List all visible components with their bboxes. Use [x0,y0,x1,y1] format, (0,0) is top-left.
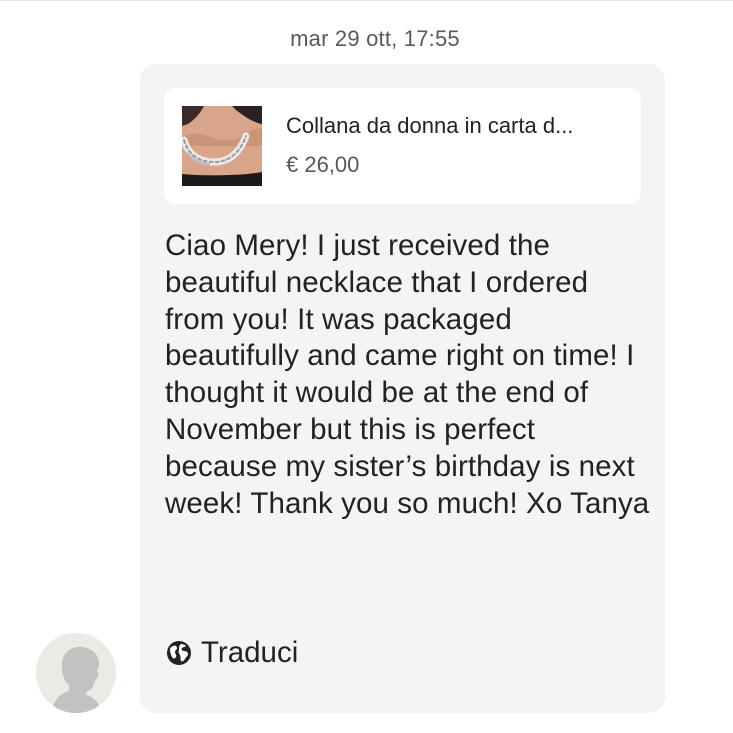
listing-price: € 26,00 [286,152,360,177]
message-timestamp: mar 29 ott, 17:55 [290,26,460,51]
translate-button[interactable]: Traduci [166,636,298,670]
user-silhouette-icon [36,633,116,713]
listing-preview-card[interactable]: Collana da donna in carta d... € 26,00 [164,88,641,204]
listing-thumbnail[interactable] [182,106,262,186]
listing-title[interactable]: Collana da donna in carta d... [286,113,626,139]
globe-icon [167,641,191,665]
top-divider [0,0,733,1]
necklace-photo-icon [182,106,262,186]
message-body: Ciao Mery! I just received the beautiful… [165,229,650,520]
sender-avatar[interactable] [36,633,116,713]
message-bubble: Collana da donna in carta d... € 26,00 C… [140,64,665,713]
translate-label[interactable]: Traduci [201,636,298,670]
